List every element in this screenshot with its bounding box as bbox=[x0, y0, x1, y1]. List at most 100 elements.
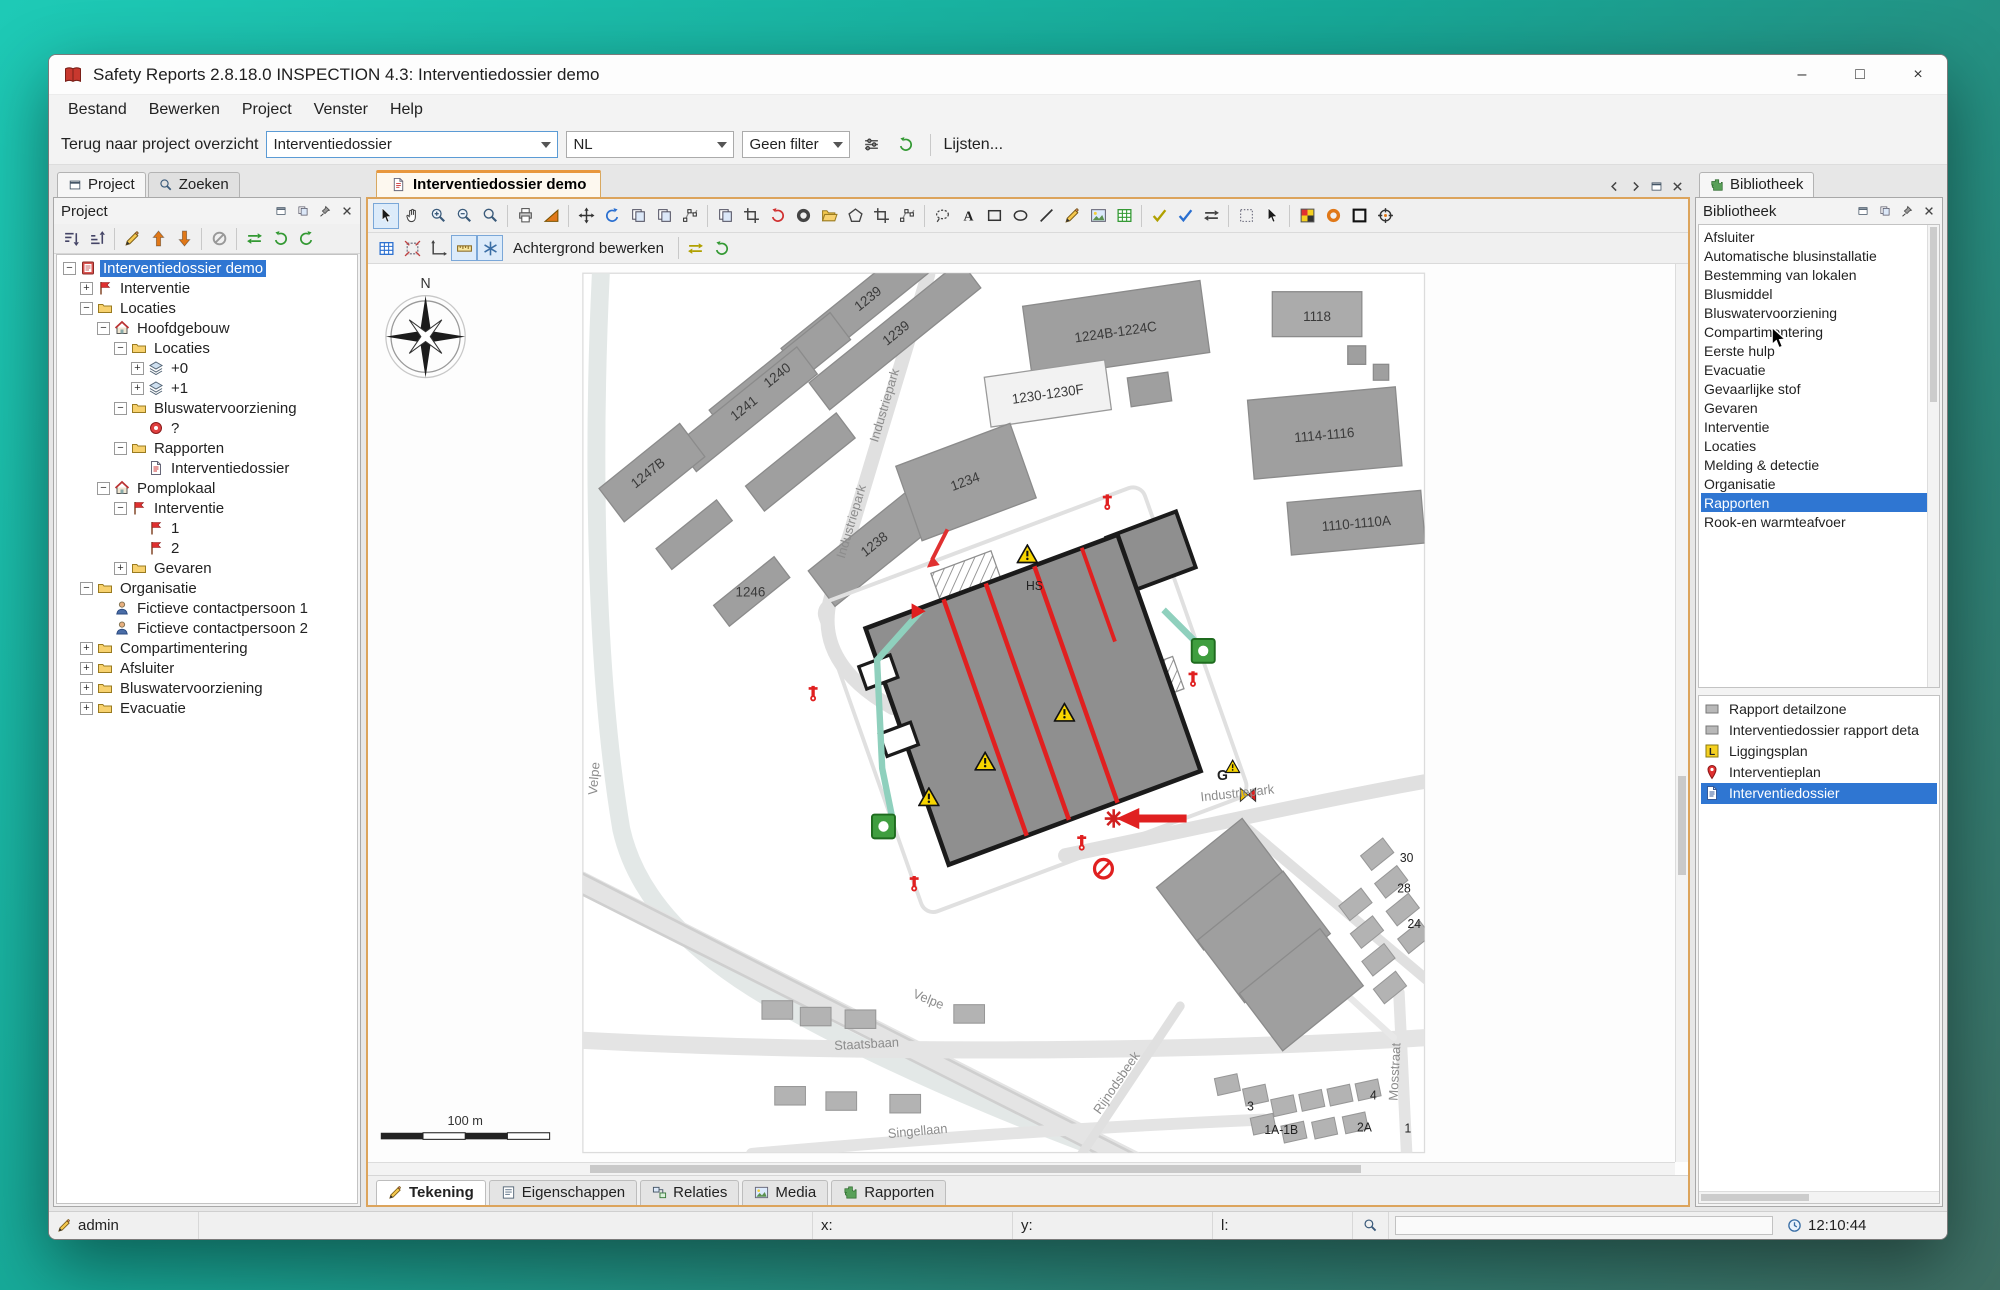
crop-tool[interactable] bbox=[738, 203, 764, 229]
library-item[interactable]: Rook-en warmteafvoer bbox=[1701, 512, 1927, 531]
zoom-out-tool[interactable] bbox=[451, 203, 477, 229]
tree-expander[interactable]: − bbox=[114, 442, 127, 455]
panel-splitter[interactable] bbox=[1696, 688, 1942, 695]
library-item[interactable]: Afsluiter bbox=[1701, 227, 1927, 246]
print-button[interactable] bbox=[512, 203, 538, 229]
georeference-button[interactable] bbox=[1372, 203, 1398, 229]
vertical-scrollbar[interactable] bbox=[1927, 225, 1939, 687]
library-item[interactable]: Compartimentering bbox=[1701, 322, 1927, 341]
close-panel-button[interactable] bbox=[337, 202, 356, 221]
disable-item-button[interactable] bbox=[206, 226, 232, 252]
library-item[interactable]: Locaties bbox=[1701, 436, 1927, 455]
copy-button[interactable] bbox=[712, 203, 738, 229]
move-down-button[interactable] bbox=[171, 226, 197, 252]
tree-expander[interactable]: + bbox=[80, 642, 93, 655]
library-item[interactable]: Automatische blusinstallatie bbox=[1701, 246, 1927, 265]
float-panel-button[interactable] bbox=[1853, 202, 1872, 221]
dock-panel-button[interactable] bbox=[1875, 202, 1894, 221]
tab-scroll-right-button[interactable] bbox=[1625, 176, 1646, 197]
axes-toggle-button[interactable] bbox=[425, 235, 451, 261]
tree-item-organisatie[interactable]: −Organisatie bbox=[57, 578, 357, 598]
tab-zoeken[interactable]: Zoeken bbox=[148, 172, 240, 197]
line-tool[interactable] bbox=[1033, 203, 1059, 229]
pan-tool[interactable] bbox=[399, 203, 425, 229]
buffer-button[interactable] bbox=[1320, 203, 1346, 229]
refresh-tree-button[interactable] bbox=[267, 226, 293, 252]
tree-expander[interactable]: − bbox=[80, 302, 93, 315]
tree-item-hydrant[interactable]: ? bbox=[57, 418, 357, 438]
close-panel-button[interactable] bbox=[1919, 202, 1938, 221]
background-edit-label[interactable]: Achtergrond bewerken bbox=[513, 240, 664, 257]
tree-expander[interactable]: − bbox=[63, 262, 76, 275]
tab-scroll-left-button[interactable] bbox=[1604, 176, 1625, 197]
raster-button[interactable] bbox=[1294, 203, 1320, 229]
rotate-tool[interactable] bbox=[599, 203, 625, 229]
tab-media[interactable]: Media bbox=[742, 1180, 828, 1205]
tree-item-interventiedossier-demo[interactable]: −Interventiedossier demo bbox=[57, 258, 357, 278]
rotate-ccw-button[interactable] bbox=[764, 203, 790, 229]
menu-bewerken[interactable]: Bewerken bbox=[138, 97, 231, 123]
tree-expander[interactable]: − bbox=[114, 402, 127, 415]
map-canvas[interactable]: Industriepark Industriepark Industriepar… bbox=[368, 264, 1688, 1175]
tree-item-gevaren[interactable]: +Gevaren bbox=[57, 558, 357, 578]
tree-expander[interactable]: + bbox=[114, 562, 127, 575]
library-item[interactable]: Gevaarlijke stof bbox=[1701, 379, 1927, 398]
tree-expander[interactable]: − bbox=[97, 322, 110, 335]
scrollbar-thumb[interactable] bbox=[590, 1165, 1361, 1173]
tree-item-pomplokaal[interactable]: −Pomplokaal bbox=[57, 478, 357, 498]
tree-item-interventie-sub[interactable]: −Interventie bbox=[57, 498, 357, 518]
ruler-toggle-button[interactable] bbox=[451, 235, 477, 261]
library-item[interactable]: Organisatie bbox=[1701, 474, 1927, 493]
minimize-button[interactable]: – bbox=[1773, 55, 1831, 94]
bring-forward-button[interactable] bbox=[625, 203, 651, 229]
tree-item-contactpersoon-2[interactable]: Fictieve contactpersoon 2 bbox=[57, 618, 357, 638]
library-detail-item[interactable]: Interventieplan bbox=[1701, 762, 1937, 783]
ellipse-tool[interactable] bbox=[1007, 203, 1033, 229]
tab-interventiedossier-demo[interactable]: Interventiedossier demo bbox=[376, 170, 601, 197]
library-item[interactable]: Bluswatervoorziening bbox=[1701, 303, 1927, 322]
tree-item-contactpersoon-1[interactable]: Fictieve contactpersoon 1 bbox=[57, 598, 357, 618]
scrollbar-thumb[interactable] bbox=[1930, 227, 1937, 402]
library-item[interactable]: Bestemming van lokalen bbox=[1701, 265, 1927, 284]
tab-eigenschappen[interactable]: Eigenschappen bbox=[489, 1180, 637, 1205]
open-library-button[interactable] bbox=[816, 203, 842, 229]
tree-item-bluswatervoorziening[interactable]: −Bluswatervoorziening bbox=[57, 398, 357, 418]
table-tool[interactable] bbox=[1111, 203, 1137, 229]
library-item[interactable]: Rapporten bbox=[1701, 493, 1927, 512]
frame-button[interactable] bbox=[1346, 203, 1372, 229]
tree-item-afsluiter[interactable]: +Afsluiter bbox=[57, 658, 357, 678]
library-item[interactable]: Blusmiddel bbox=[1701, 284, 1927, 303]
clip-region-tool[interactable] bbox=[868, 203, 894, 229]
validate-button[interactable] bbox=[1146, 203, 1172, 229]
library-detail-item[interactable]: Liggingsplan bbox=[1701, 741, 1937, 762]
lasso-tool[interactable] bbox=[929, 203, 955, 229]
tree-item-interventie-2[interactable]: 2 bbox=[57, 538, 357, 558]
horizontal-scrollbar[interactable] bbox=[368, 1162, 1675, 1175]
tree-item-compartimentering[interactable]: +Compartimentering bbox=[57, 638, 357, 658]
tree-expander[interactable]: − bbox=[114, 502, 127, 515]
tab-project[interactable]: Project bbox=[57, 172, 146, 197]
select-tool[interactable] bbox=[373, 203, 399, 229]
zoom-in-tool[interactable] bbox=[425, 203, 451, 229]
tree-item-hoofdgebouw[interactable]: −Hoofdgebouw bbox=[57, 318, 357, 338]
grid-extent-button[interactable] bbox=[399, 235, 425, 261]
project-tree[interactable]: −Interventiedossier demo +Interventie −L… bbox=[56, 254, 358, 1204]
text-tool[interactable] bbox=[955, 203, 981, 229]
rectangle-tool[interactable] bbox=[981, 203, 1007, 229]
float-panel-button[interactable] bbox=[271, 202, 290, 221]
tree-expander[interactable]: + bbox=[80, 702, 93, 715]
menu-venster[interactable]: Venster bbox=[303, 97, 379, 123]
library-item[interactable]: Interventie bbox=[1701, 417, 1927, 436]
sort-ascending-button[interactable] bbox=[58, 226, 84, 252]
move-tool[interactable] bbox=[573, 203, 599, 229]
tree-expander[interactable]: − bbox=[97, 482, 110, 495]
tab-bibliotheek[interactable]: Bibliotheek bbox=[1699, 172, 1814, 197]
mask-tool[interactable] bbox=[790, 203, 816, 229]
link-items-button[interactable] bbox=[241, 226, 267, 252]
tree-expander[interactable]: + bbox=[131, 362, 144, 375]
background-sync-button[interactable] bbox=[683, 235, 709, 261]
background-refresh-button[interactable] bbox=[709, 235, 735, 261]
refresh-button[interactable] bbox=[892, 132, 918, 158]
tab-list-button[interactable] bbox=[1646, 176, 1667, 197]
edit-vertices-tool[interactable] bbox=[677, 203, 703, 229]
